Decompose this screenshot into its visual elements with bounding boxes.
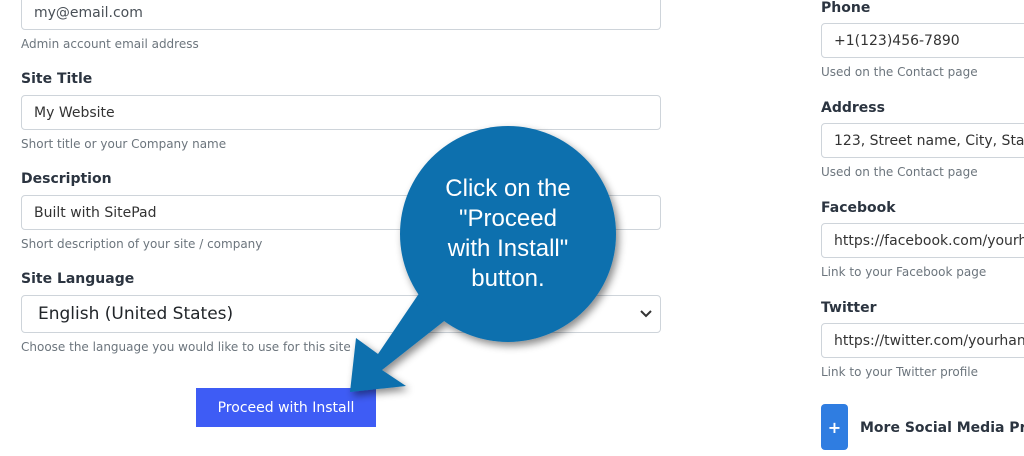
callout-line-2: "Proceed: [459, 205, 557, 232]
callout-line-3: with Install": [447, 235, 569, 262]
callout-line-1: Click on the: [445, 175, 571, 202]
callout-text: Click on the "Proceed with Install" butt…: [408, 174, 608, 294]
callout-line-4: button.: [471, 265, 545, 292]
